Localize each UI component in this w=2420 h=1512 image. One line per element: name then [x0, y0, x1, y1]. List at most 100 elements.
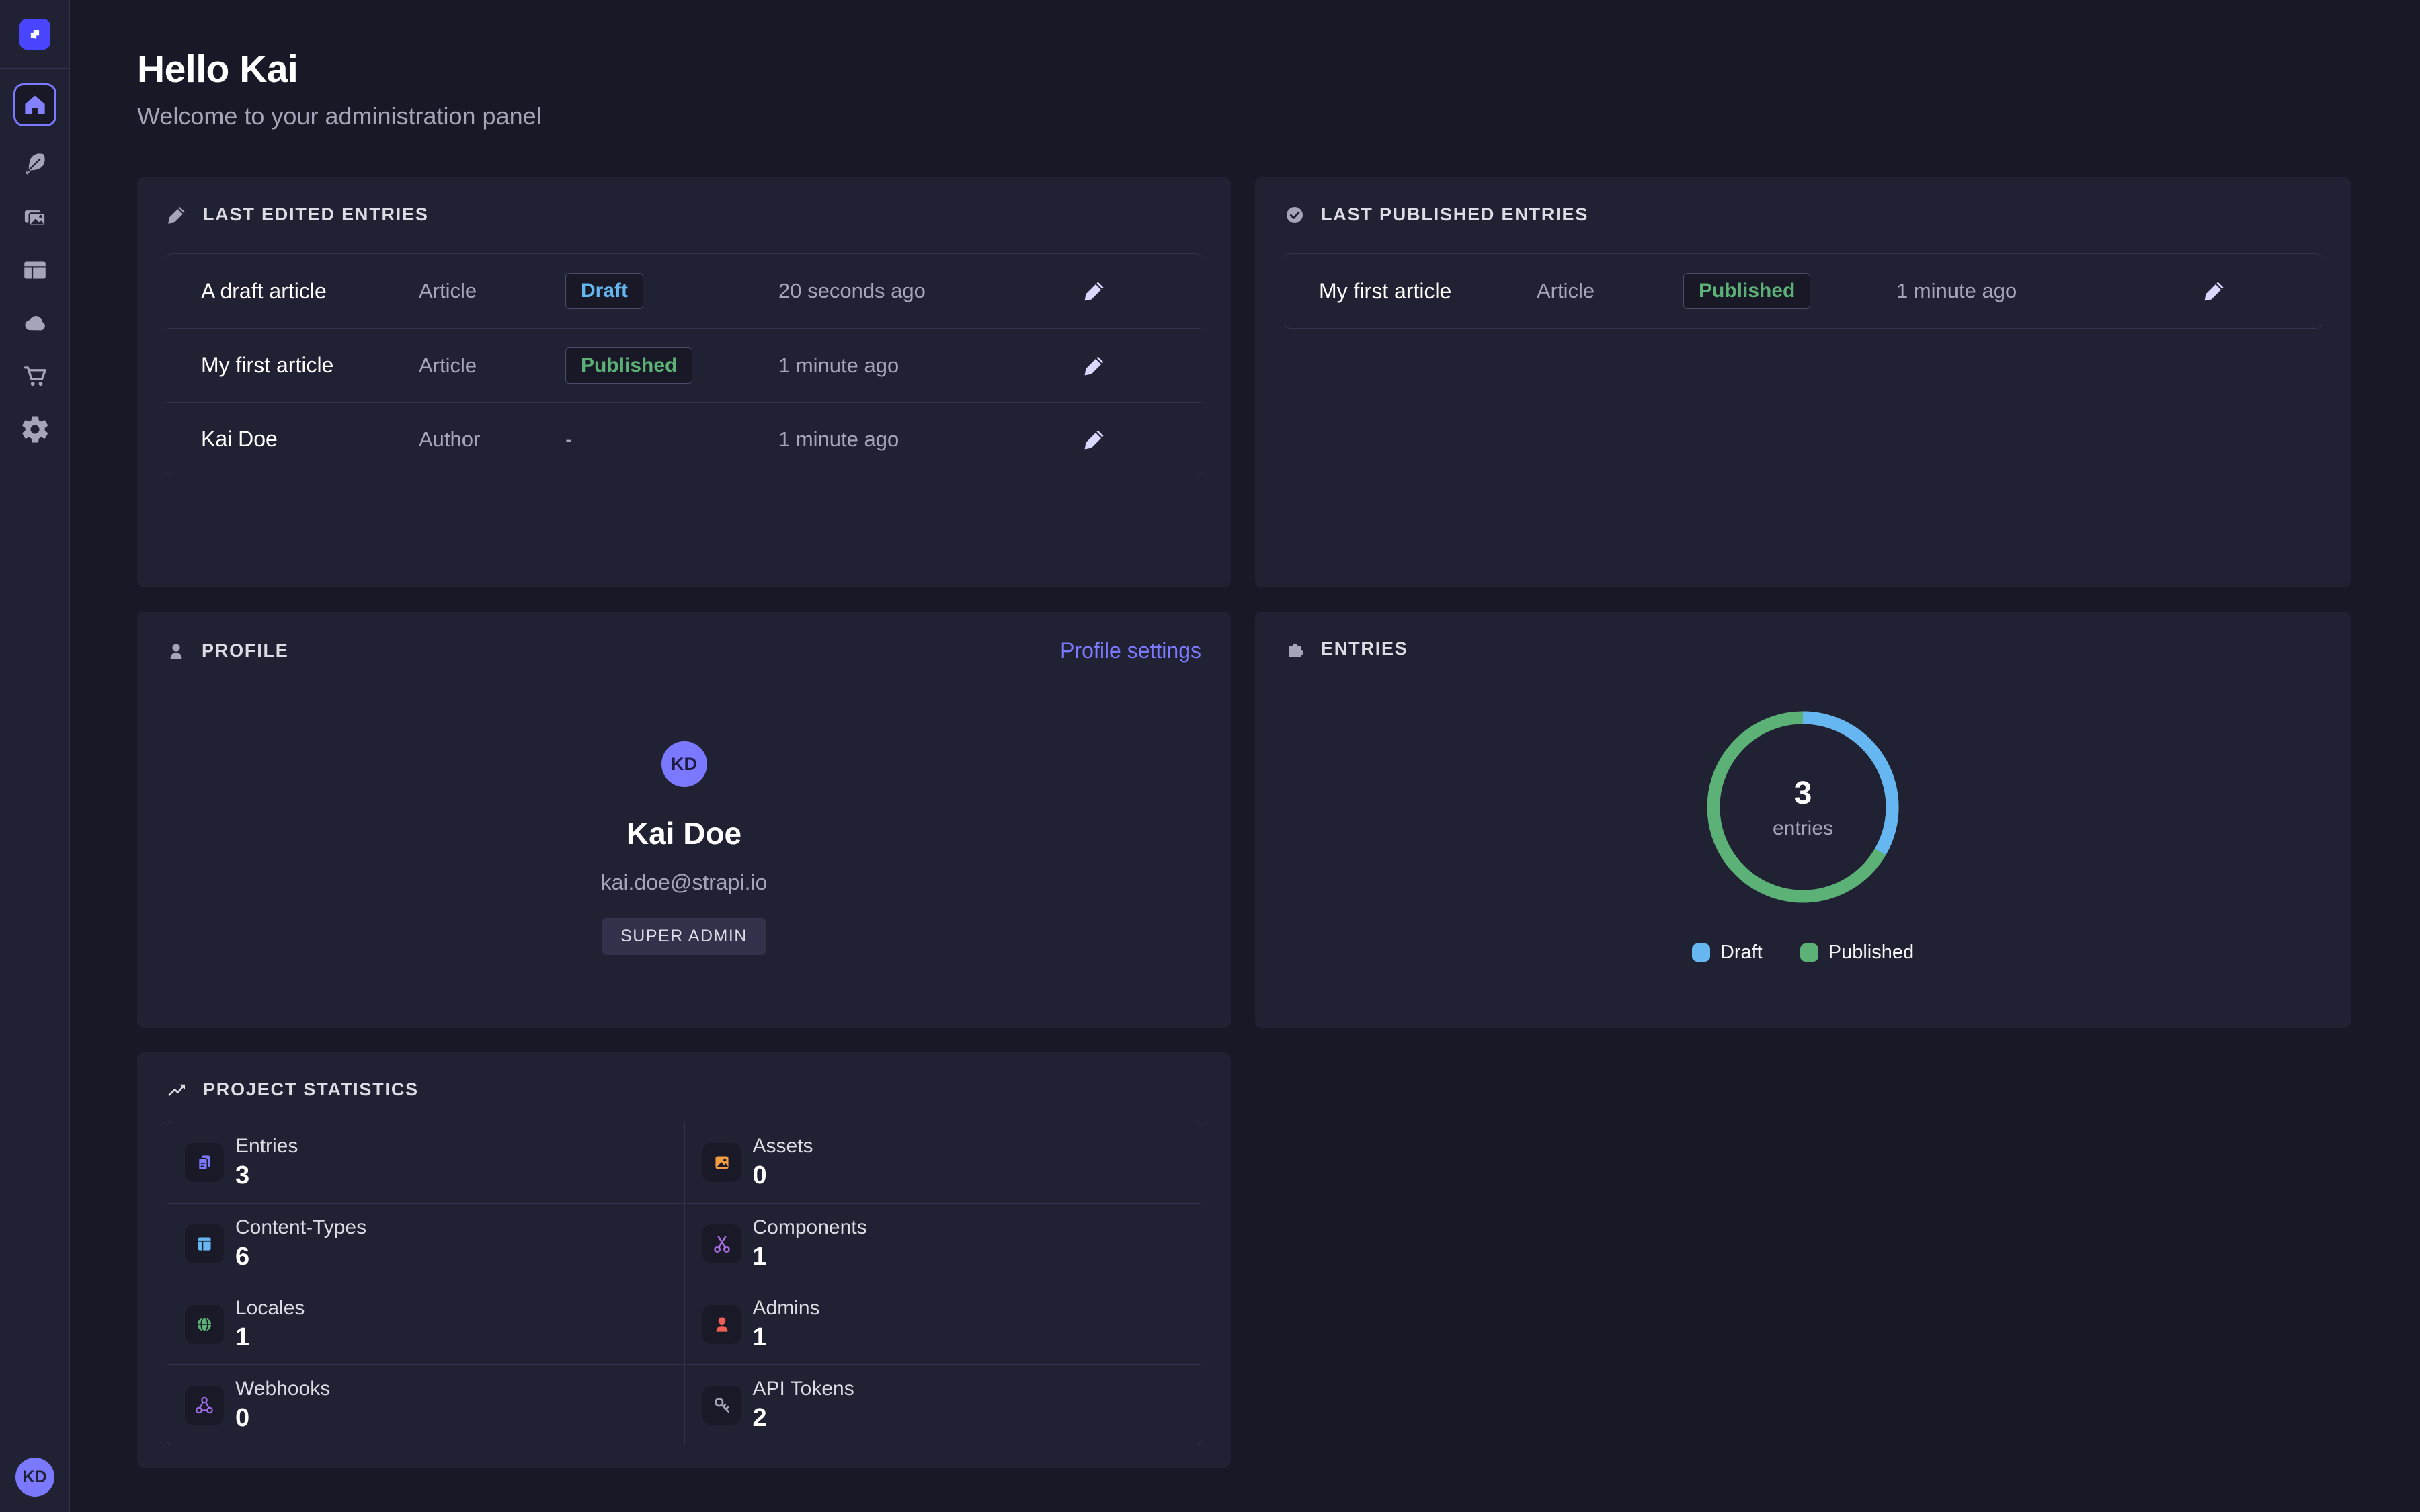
stat-value: 0: [235, 1404, 330, 1433]
stat-value: 3: [235, 1161, 298, 1190]
stat-label: Assets: [753, 1135, 813, 1158]
cart-icon: [21, 362, 49, 390]
main-content: Hello Kai Welcome to your administration…: [71, 0, 2420, 1468]
stat-value: 1: [753, 1323, 820, 1352]
entries-title: ENTRIES: [1321, 638, 1408, 659]
draft-swatch: [1692, 943, 1710, 962]
gear-icon: [21, 415, 49, 444]
check-circle-icon: [1285, 205, 1305, 225]
sidebar-item-content-type-builder[interactable]: [19, 255, 50, 286]
person-icon: [167, 642, 186, 661]
edit-entry-button[interactable]: [1082, 279, 1201, 303]
stat-locales: Locales 1: [167, 1284, 684, 1364]
legend-label: Published: [1828, 941, 1914, 964]
entry-type: Article: [1537, 279, 1683, 303]
legend-item-draft: Draft: [1692, 941, 1763, 964]
profile-email: kai.doe@strapi.io: [601, 870, 768, 895]
stat-label: Locales: [235, 1297, 305, 1320]
chart-legend: Draft Published: [1692, 941, 1914, 964]
webhooks-icon: [185, 1386, 224, 1425]
feather-icon: [21, 150, 49, 178]
legend-item-published: Published: [1800, 941, 1914, 964]
status-empty: -: [565, 427, 572, 451]
last-edited-entries-panel: LAST EDITED ENTRIES A draft article Arti…: [137, 177, 1231, 587]
last-edited-entries-table: A draft article Article Draft 20 seconds…: [167, 253, 1201, 476]
edit-pencil-icon: [1082, 427, 1106, 452]
strapi-logo-icon: [26, 25, 44, 44]
table-row[interactable]: A draft article Article Draft 20 seconds…: [167, 254, 1201, 328]
sidebar-item-media-library[interactable]: [19, 202, 50, 233]
edit-entry-button[interactable]: [1082, 353, 1201, 378]
sidebar-item-marketplace[interactable]: [19, 361, 50, 392]
stat-assets: Assets 0: [684, 1122, 1201, 1203]
sidebar-item-cloud[interactable]: [19, 308, 50, 339]
table-row[interactable]: My first article Article Published 1 min…: [1285, 254, 2321, 328]
profile-panel: PROFILE Profile settings KD Kai Doe kai.…: [137, 612, 1231, 1028]
edit-pencil-icon: [2202, 279, 2226, 303]
stat-label: Webhooks: [235, 1378, 330, 1400]
stat-label: API Tokens: [753, 1378, 854, 1400]
admins-user-icon: [702, 1305, 741, 1344]
entry-type: Article: [419, 353, 565, 378]
profile-avatar: KD: [661, 741, 707, 787]
cloud-icon: [20, 308, 50, 338]
status-badge: Published: [565, 347, 692, 384]
last-published-entries-table: My first article Article Published 1 min…: [1285, 253, 2321, 329]
table-row[interactable]: My first article Article Published 1 min…: [167, 328, 1201, 402]
sidebar-item-settings[interactable]: [19, 414, 50, 445]
stat-value: 0: [753, 1161, 813, 1190]
profile-name: Kai Doe: [627, 815, 741, 851]
entry-time: 1 minute ago: [778, 353, 1082, 378]
last-edited-entries-title: LAST EDITED ENTRIES: [203, 204, 429, 225]
images-icon: [21, 203, 49, 231]
assets-image-icon: [702, 1143, 741, 1182]
entry-time: 20 seconds ago: [778, 279, 1082, 303]
stat-admins: Admins 1: [684, 1284, 1201, 1364]
home-icon: [23, 93, 47, 117]
pencil-icon: [167, 205, 187, 225]
stat-label: Content-Types: [235, 1216, 366, 1239]
edit-entry-button[interactable]: [2202, 279, 2321, 303]
trending-up-icon: [167, 1080, 187, 1100]
sidebar-user-avatar[interactable]: KD: [15, 1458, 54, 1497]
edit-entry-button[interactable]: [1082, 427, 1201, 452]
sidebar-item-home[interactable]: [13, 83, 56, 126]
status-badge: Published: [1683, 273, 1810, 309]
donut-total-label: entries: [1773, 817, 1833, 840]
project-statistics-panel: PROJECT STATISTICS: [137, 1052, 1231, 1468]
stat-value: 1: [753, 1243, 867, 1271]
entry-name: A draft article: [201, 279, 419, 304]
stat-label: Entries: [235, 1135, 298, 1158]
table-row[interactable]: Kai Doe Author - 1 minute ago: [167, 402, 1201, 476]
entry-time: 1 minute ago: [1896, 279, 2202, 303]
donut-total: 3: [1794, 775, 1812, 812]
role-badge: SUPER ADMIN: [602, 918, 766, 955]
stat-content-types: Content-Types 6: [167, 1203, 684, 1284]
entry-name: My first article: [201, 353, 419, 378]
sidebar-footer: KD: [0, 1443, 70, 1512]
sidebar-divider: [0, 68, 70, 69]
stat-entries: Entries 3: [167, 1122, 684, 1203]
project-statistics-table: Entries 3 Assets: [167, 1122, 1201, 1445]
stat-api-tokens: API Tokens 2: [684, 1364, 1201, 1445]
status-badge: Draft: [565, 273, 643, 309]
stat-value: 1: [235, 1323, 305, 1352]
sidebar: KD: [0, 0, 70, 1512]
published-swatch: [1800, 943, 1818, 962]
entries-file-icon: [185, 1143, 224, 1182]
page-subtitle: Welcome to your administration panel: [137, 102, 2351, 130]
stat-components: Components 1: [684, 1203, 1201, 1284]
sidebar-item-content-manager[interactable]: [19, 149, 50, 179]
stat-webhooks: Webhooks 0: [167, 1364, 684, 1445]
profile-settings-link[interactable]: Profile settings: [1060, 638, 1201, 663]
content-types-layout-icon: [185, 1224, 224, 1263]
layout-icon: [21, 256, 49, 284]
locales-globe-icon: [185, 1305, 224, 1344]
entry-time: 1 minute ago: [778, 427, 1082, 452]
stat-value: 2: [753, 1404, 854, 1433]
page-title: Hello Kai: [137, 47, 2351, 91]
strapi-logo[interactable]: [19, 19, 50, 50]
entry-type: Article: [419, 279, 565, 303]
last-published-entries-title: LAST PUBLISHED ENTRIES: [1321, 204, 1588, 225]
entries-panel: ENTRIES 3 entries: [1255, 612, 2351, 1028]
